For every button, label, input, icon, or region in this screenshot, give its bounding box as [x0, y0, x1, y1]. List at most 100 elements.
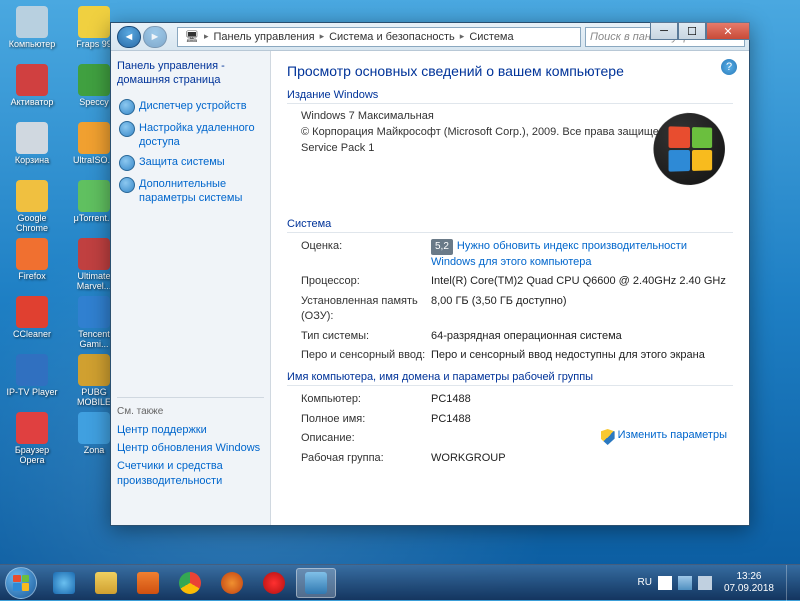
comp-value: PC1488: [431, 392, 733, 407]
icon-label: Компьютер: [9, 40, 56, 50]
pen-label: Перо и сенсорный ввод:: [301, 348, 431, 363]
sidebar-link[interactable]: Счетчики и средства производительности: [117, 457, 264, 490]
tray-volume-icon[interactable]: [698, 576, 712, 590]
sidebar-item[interactable]: Диспетчер устройств: [117, 96, 264, 118]
rating-link[interactable]: Нужно обновить индекс производительности…: [431, 240, 687, 268]
icon-label: CCleaner: [13, 330, 51, 340]
desktop-icon[interactable]: Браузер Opera: [4, 410, 60, 466]
start-button[interactable]: [0, 565, 42, 601]
taskbar-firefox[interactable]: [212, 568, 252, 598]
rating-label: Оценка:: [301, 239, 431, 270]
close-button[interactable]: ✕: [706, 22, 750, 40]
icon-label: Корзина: [15, 156, 49, 166]
icon-label: Браузер Opera: [4, 446, 60, 466]
app-icon: [16, 64, 48, 96]
cpu-value: Intel(R) Core(TM)2 Quad CPU Q6600 @ 2.40…: [431, 274, 733, 289]
desktop-icon[interactable]: Корзина: [4, 120, 60, 176]
edition-header: Издание Windows: [287, 89, 733, 104]
tray-network-icon[interactable]: [678, 576, 692, 590]
nav-forward-button[interactable]: ►: [143, 26, 167, 48]
taskbar-chrome[interactable]: [170, 568, 210, 598]
page-title: Просмотр основных сведений о вашем компь…: [287, 63, 733, 79]
sidebar-item[interactable]: Настройка удаленного доступа: [117, 118, 264, 153]
taskbar-media[interactable]: [128, 568, 168, 598]
cpu-label: Процессор:: [301, 274, 431, 289]
breadcrumb-segment[interactable]: Система: [466, 31, 516, 43]
shield-icon: [119, 121, 135, 137]
app-icon: [78, 6, 110, 38]
breadcrumb-segment[interactable]: Панель управления: [211, 31, 318, 43]
wg-value: WORKGROUP: [431, 451, 733, 466]
breadcrumb[interactable]: 🖥▸Панель управления▸Система и безопаснос…: [177, 27, 581, 47]
app-icon: [78, 180, 110, 212]
app-icon: [78, 64, 110, 96]
app-icon: [16, 354, 48, 386]
shield-icon: [119, 155, 135, 171]
system-window: ─ ☐ ✕ ◄ ► 🖥▸Панель управления▸Система и …: [110, 22, 750, 526]
app-icon: [16, 238, 48, 270]
change-settings-link[interactable]: Изменить параметры: [601, 429, 727, 445]
icon-label: Firefox: [18, 272, 46, 282]
nav-back-button[interactable]: ◄: [117, 26, 141, 48]
date: 07.09.2018: [724, 583, 774, 595]
app-icon: [78, 238, 110, 270]
sidebar-link[interactable]: Центр поддержки: [117, 421, 264, 439]
sidebar-item[interactable]: Защита системы: [117, 152, 264, 174]
icon-label: Fraps 99: [76, 40, 112, 50]
see-also-header: См. также: [117, 406, 264, 417]
taskbar-control-panel[interactable]: [296, 568, 336, 598]
lang-indicator[interactable]: RU: [637, 577, 651, 588]
ram-label: Установленная память (ОЗУ):: [301, 294, 431, 325]
app-icon: [16, 180, 48, 212]
sidebar-link[interactable]: Центр обновления Windows: [117, 439, 264, 457]
help-icon[interactable]: ?: [721, 59, 737, 75]
app-icon: [16, 122, 48, 154]
app-icon: [78, 412, 110, 444]
full-label: Полное имя:: [301, 412, 431, 427]
clock[interactable]: 13:26 07.09.2018: [718, 571, 780, 595]
app-icon: [16, 296, 48, 328]
desktop-icon[interactable]: IP-TV Player: [4, 352, 60, 408]
desktop-icon[interactable]: Google Chrome: [4, 178, 60, 234]
icon-label: IP-TV Player: [6, 388, 57, 398]
desc-label: Описание:: [301, 431, 431, 446]
taskbar: RU 13:26 07.09.2018: [0, 564, 800, 600]
tray-flag-icon[interactable]: [658, 576, 672, 590]
icon-label: Активатор: [11, 98, 54, 108]
app-icon: [78, 122, 110, 154]
shield-icon: [601, 429, 615, 445]
sidebar-item[interactable]: Дополнительные параметры системы: [117, 174, 264, 209]
pen-value: Перо и сенсорный ввод недоступны для это…: [431, 348, 733, 363]
rating-badge: 5,2: [431, 239, 453, 255]
comp-label: Компьютер:: [301, 392, 431, 407]
icon-label: Speccy: [79, 98, 109, 108]
minimize-button[interactable]: ─: [650, 22, 678, 40]
icon-label: Zona: [84, 446, 105, 456]
wg-label: Рабочая группа:: [301, 451, 431, 466]
type-label: Тип системы:: [301, 329, 431, 344]
system-header: Система: [287, 218, 733, 233]
desktop-icon[interactable]: Активатор: [4, 62, 60, 118]
maximize-button[interactable]: ☐: [678, 22, 706, 40]
breadcrumb-icon: 🖥: [182, 30, 202, 43]
divider: [117, 397, 264, 398]
icon-label: μTorrent...: [74, 214, 115, 224]
taskbar-opera[interactable]: [254, 568, 294, 598]
icon-label: UltraISO...: [73, 156, 115, 166]
show-desktop-button[interactable]: [786, 565, 796, 601]
desktop-icon[interactable]: Firefox: [4, 236, 60, 292]
sidebar-home-link[interactable]: Панель управления - домашняя страница: [117, 59, 264, 88]
type-value: 64-разрядная операционная система: [431, 329, 733, 344]
desktop-icon[interactable]: CCleaner: [4, 294, 60, 350]
shield-icon: [119, 99, 135, 115]
app-icon: [16, 6, 48, 38]
app-icon: [16, 412, 48, 444]
ram-value: 8,00 ГБ (3,50 ГБ доступно): [431, 294, 733, 325]
main-content: ? Просмотр основных сведений о вашем ком…: [271, 51, 749, 525]
taskbar-ie[interactable]: [44, 568, 84, 598]
desktop-icons: Компьютер Fraps 99 Активатор Speccy Корзина U…: [4, 4, 126, 466]
breadcrumb-segment[interactable]: Система и безопасность: [326, 31, 458, 43]
taskbar-explorer[interactable]: [86, 568, 126, 598]
sidebar: Панель управления - домашняя страница Ди…: [111, 51, 271, 525]
desktop-icon[interactable]: Компьютер: [4, 4, 60, 60]
